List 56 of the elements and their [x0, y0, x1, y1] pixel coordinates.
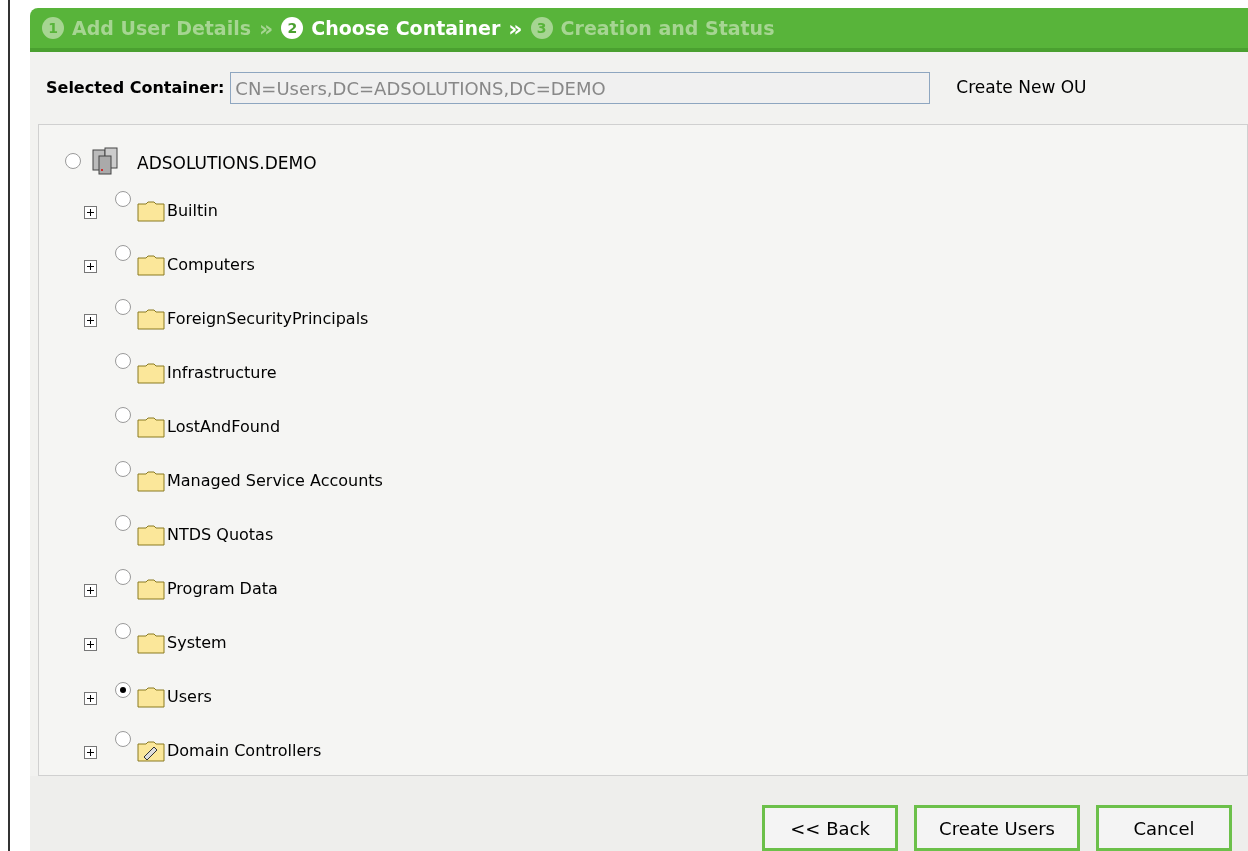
- folder-icon: [137, 254, 165, 276]
- tree-item-label[interactable]: System: [167, 631, 227, 655]
- server-icon: [91, 146, 121, 176]
- radio-button[interactable]: [115, 299, 131, 315]
- tree-item-label[interactable]: Builtin: [167, 199, 218, 223]
- step-number: 2: [281, 17, 304, 39]
- radio-button[interactable]: [115, 461, 131, 477]
- radio-button[interactable]: [115, 682, 131, 698]
- footer-button[interactable]: << Back: [762, 805, 899, 851]
- tree-item-label[interactable]: Users: [167, 685, 212, 709]
- wizard-step: Creation and Status: [560, 13, 775, 43]
- folder-icon: [137, 686, 165, 708]
- wizard-step: Add User Details: [72, 13, 252, 43]
- expand-icon[interactable]: [83, 205, 97, 219]
- tree-item-label[interactable]: NTDS Quotas: [167, 523, 274, 547]
- radio-button[interactable]: [115, 731, 131, 747]
- tree-item-label[interactable]: Program Data: [167, 577, 278, 601]
- tree-item-label[interactable]: Infrastructure: [167, 361, 277, 385]
- radio-button[interactable]: [115, 407, 131, 423]
- tree-item-label[interactable]: ADSOLUTIONS.DEMO: [137, 151, 317, 177]
- folder-icon: [137, 740, 165, 762]
- create-ou-link[interactable]: Create New OU: [956, 75, 1087, 101]
- folder-icon: [137, 578, 165, 600]
- expand-icon[interactable]: [83, 313, 97, 327]
- radio-button[interactable]: [115, 623, 131, 639]
- tree-item-label[interactable]: Domain Controllers: [167, 739, 322, 763]
- step-separator: »: [259, 14, 274, 43]
- tree-item-label[interactable]: Computers: [167, 253, 255, 277]
- folder-icon: [137, 524, 165, 546]
- radio-button[interactable]: [115, 569, 131, 585]
- radio-button[interactable]: [115, 191, 131, 207]
- step-separator: »: [508, 14, 523, 43]
- expand-icon[interactable]: [83, 583, 97, 597]
- footer-button[interactable]: Create Users: [914, 805, 1080, 851]
- folder-icon: [137, 362, 165, 384]
- footer-button[interactable]: Cancel: [1096, 805, 1232, 851]
- radio-button[interactable]: [115, 353, 131, 369]
- expand-icon[interactable]: [83, 259, 97, 273]
- wizard-step: Choose Container: [311, 13, 501, 43]
- radio-button[interactable]: [65, 153, 81, 169]
- radio-button[interactable]: [115, 245, 131, 261]
- expand-icon[interactable]: [83, 637, 97, 651]
- expand-icon[interactable]: [83, 745, 97, 759]
- step-number: 1: [42, 17, 64, 39]
- folder-icon: [137, 200, 165, 222]
- folder-icon: [137, 470, 165, 492]
- tree-item-label[interactable]: LostAndFound: [167, 415, 281, 439]
- folder-icon: [137, 632, 165, 654]
- tree-item-label[interactable]: Managed Service Accounts: [167, 469, 383, 493]
- step-number: 3: [530, 17, 553, 39]
- radio-button[interactable]: [115, 515, 131, 531]
- tree-item-label[interactable]: ForeignSecurityPrincipals: [167, 307, 369, 331]
- expand-icon[interactable]: [83, 691, 97, 705]
- folder-icon: [137, 416, 165, 438]
- folder-icon: [137, 308, 165, 330]
- field-label: Selected Container:: [46, 77, 225, 99]
